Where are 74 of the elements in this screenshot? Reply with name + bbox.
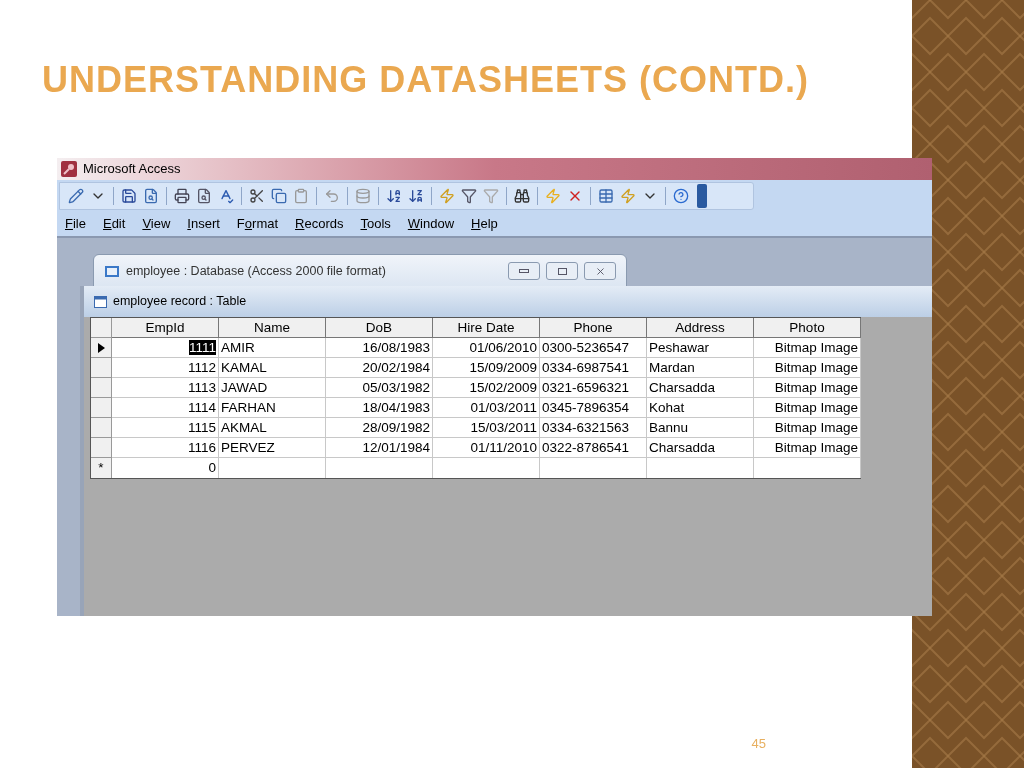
table-cell[interactable]: 01/11/2010 — [433, 438, 540, 458]
menu-item[interactable]: Records — [295, 213, 344, 234]
database-window-title: employee : Database (Access 2000 file format) — [126, 262, 387, 280]
table-cell[interactable]: 15/03/2011 — [433, 418, 540, 438]
column-header[interactable]: Hire Date — [433, 318, 540, 338]
table-cell[interactable]: Bannu — [647, 418, 754, 438]
close-button[interactable] — [584, 262, 616, 280]
table-cell[interactable]: 0321-6596321 — [540, 378, 647, 398]
table-cell[interactable]: Charsadda — [647, 438, 754, 458]
table-cell[interactable]: Bitmap Image — [754, 358, 861, 378]
table-cell[interactable]: 0300-5236547 — [540, 338, 647, 358]
menu-item[interactable]: Format — [236, 213, 279, 234]
table-cell[interactable]: 12/01/1984 — [326, 438, 433, 458]
column-header[interactable]: DoB — [326, 318, 433, 338]
table-cell[interactable]: Kohat — [647, 398, 754, 418]
table-cell[interactable]: 05/03/1982 — [326, 378, 433, 398]
table-cell[interactable]: JAWAD — [219, 378, 326, 398]
table-cell[interactable]: AMIR — [219, 338, 326, 358]
page-number: 45 — [751, 735, 766, 753]
menu-item[interactable]: Window — [407, 213, 455, 234]
table-cell[interactable]: 0 — [112, 458, 219, 478]
table-cell[interactable]: FARHAN — [219, 398, 326, 418]
table-cell[interactable]: Bitmap Image — [754, 378, 861, 398]
menu-item[interactable]: Help — [471, 213, 498, 234]
menu-item[interactable]: Insert — [187, 213, 220, 234]
minimize-button[interactable] — [508, 262, 540, 280]
table-cell[interactable]: 01/06/2010 — [433, 338, 540, 358]
table-cell[interactable]: Bitmap Image — [754, 438, 861, 458]
table-cell[interactable]: PERVEZ — [219, 438, 326, 458]
table-cell[interactable]: Peshawar — [647, 338, 754, 358]
key-icon — [61, 161, 77, 177]
table-cell[interactable]: KAMAL — [219, 358, 326, 378]
table-cell[interactable]: 15/02/2009 — [433, 378, 540, 398]
table-cell[interactable]: Bitmap Image — [754, 418, 861, 438]
table-cell[interactable]: Bitmap Image — [754, 338, 861, 358]
table-cell[interactable]: 16/08/1983 — [326, 338, 433, 358]
close-icon — [594, 265, 606, 277]
menu-item[interactable]: Tools — [360, 213, 391, 234]
table-cell[interactable]: 28/09/1982 — [326, 418, 433, 438]
table-cell[interactable]: Charsadda — [647, 378, 754, 398]
table-cell[interactable]: 20/02/1984 — [326, 358, 433, 378]
table-cell[interactable]: 1113 — [112, 378, 219, 398]
table-cell[interactable]: 1112 — [112, 358, 219, 378]
row-selector[interactable] — [91, 338, 112, 358]
table-icon — [94, 295, 107, 308]
table-cell[interactable]: AKMAL — [219, 418, 326, 438]
table-cell[interactable]: Mardan — [647, 358, 754, 378]
current-record-icon — [97, 342, 105, 353]
slide-title: UNDERSTANDING DATASHEETS (CONTD.) — [42, 58, 810, 102]
table-cell[interactable]: 18/04/1983 — [326, 398, 433, 418]
table-cell[interactable]: 15/09/2009 — [433, 358, 540, 378]
column-header[interactable]: Phone — [540, 318, 647, 338]
restore-button[interactable] — [546, 262, 578, 280]
window-title: Microsoft Access — [83, 160, 181, 179]
table-cell[interactable]: 0334-6987541 — [540, 358, 647, 378]
table-cell[interactable]: 0345-7896354 — [540, 398, 647, 418]
column-header[interactable]: Name — [219, 318, 326, 338]
menu-item[interactable]: Edit — [102, 213, 126, 234]
column-header[interactable]: EmpId — [112, 318, 219, 338]
corner-cell — [91, 318, 112, 338]
table-cell[interactable]: 01/03/2011 — [433, 398, 540, 418]
table-cell[interactable]: 0322-8786541 — [540, 438, 647, 458]
column-header[interactable]: Address — [647, 318, 754, 338]
table-cell[interactable]: 1114 — [112, 398, 219, 418]
table-cell[interactable]: 1111 — [112, 338, 219, 358]
table-cell[interactable]: Bitmap Image — [754, 398, 861, 418]
new-record-marker: * — [91, 458, 112, 478]
menu-item[interactable]: File — [65, 213, 86, 234]
table-cell[interactable]: 0334-6321563 — [540, 418, 647, 438]
column-header[interactable]: Photo — [754, 318, 861, 338]
table-window-title: employee record : Table — [113, 293, 247, 311]
table-cell[interactable]: 1115 — [112, 418, 219, 438]
table-cell[interactable]: 1116 — [112, 438, 219, 458]
menu-item[interactable]: View — [142, 213, 171, 234]
